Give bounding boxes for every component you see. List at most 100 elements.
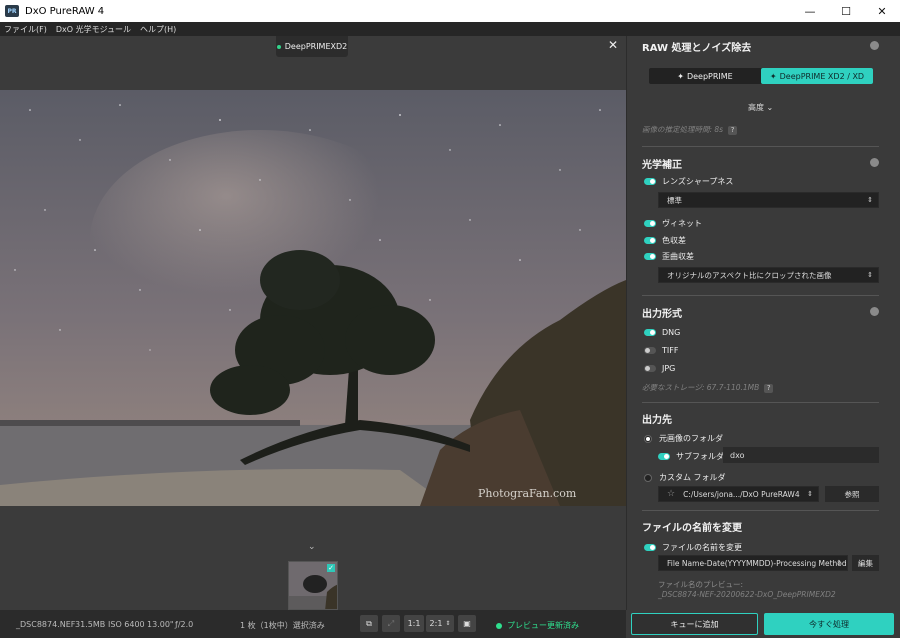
format-dng-label: DNG [662, 328, 681, 337]
advanced-toggle[interactable]: 高度 ⌄ [748, 102, 773, 113]
preview-photo[interactable]: PhotograFan.com [0, 90, 626, 506]
sharpness-select[interactable]: 標準 ⇕ [658, 192, 879, 208]
rename-preview-value: _DSC8874-NEF-20200622-DxO_DeepPRIMEXD2 [658, 590, 836, 599]
format-jpg-label: JPG [662, 364, 676, 373]
mode-deepprime[interactable]: ✦ DeepPRIME [649, 68, 761, 84]
radio-icon[interactable] [644, 434, 652, 443]
status-dot-icon [496, 622, 502, 629]
help-icon[interactable]: ? [764, 384, 774, 393]
file-name: _DSC8874.NEF [16, 620, 76, 629]
subfolder-input[interactable]: dxo [723, 447, 879, 463]
browse-button[interactable]: 参照 [825, 486, 879, 502]
toggle-icon[interactable] [644, 347, 656, 354]
distortion-option[interactable]: 歪曲収差 [644, 251, 694, 262]
maximize-button[interactable]: ☐ [828, 0, 864, 22]
toggle-icon[interactable] [644, 365, 656, 372]
title-bar: PR DxO PureRAW 4 — ☐ ✕ [0, 0, 900, 22]
toggle-icon[interactable] [644, 220, 656, 227]
rename-title: ファイルの名前を変更 [642, 523, 742, 534]
processing-estimate: 画像の推定処理時間: 8s? [642, 124, 738, 135]
menu-file[interactable]: ファイル(F) [4, 24, 47, 35]
rename-pattern-select[interactable]: File Name-Date(YYYYMMDD)-Processing Meth… [658, 555, 848, 571]
preview-status-text: プレビュー更新済み [507, 621, 579, 630]
thumbnail[interactable]: ✓ [288, 561, 338, 610]
storage-estimate: 必要なストレージ: 67.7-110.1MB? [642, 382, 774, 393]
zoom-select[interactable]: 2:1 ⇕ [426, 615, 454, 632]
mode-deepprime-xd2[interactable]: ✦ DeepPRIME XD2 / XD [761, 68, 873, 84]
window-controls: — ☐ ✕ [792, 0, 900, 22]
zoom-level: 2:1 [429, 619, 443, 628]
info-icon[interactable] [870, 158, 879, 167]
distortion-value: オリジナルのアスペクト比にクロップされた画像 [667, 270, 832, 280]
sharpness-option[interactable]: レンズシャープネス [644, 176, 733, 187]
toggle-icon[interactable] [644, 253, 656, 260]
info-icon[interactable] [870, 41, 879, 50]
image-viewer: DeepPRIMEXD2 ✕ PhotograFan.com ⌄ ✓ [0, 36, 626, 610]
menu-bar: ファイル(F) DxO 光学モジュール ヘルプ(H) [0, 22, 900, 36]
sharpness-value: 標準 [667, 195, 682, 205]
custom-folder-path: C:/Users/jona.../DxO PureRAW4 [683, 489, 800, 499]
rename-pattern: File Name-Date(YYYYMMDD)-Processing Meth… [667, 558, 847, 568]
stepper-icon: ⇕ [445, 620, 451, 627]
toggle-icon[interactable] [658, 453, 670, 460]
status-bar: _DSC8874.NEF 31.5MB ISO 6400 13.00" ƒ/2.… [0, 610, 626, 638]
output-format-title: 出力形式 [642, 309, 682, 320]
rename-option[interactable]: ファイルの名前を変更 [644, 542, 742, 553]
add-to-queue-button[interactable]: キューに追加 [631, 613, 758, 635]
mode-deepprime-xd2-label: DeepPRIME XD2 / XD [779, 71, 865, 81]
compare-icon[interactable]: ⧉ [360, 615, 378, 632]
radio-icon[interactable] [644, 473, 652, 482]
distortion-select[interactable]: オリジナルのアスペクト比にクロップされた画像 ⇕ [658, 267, 879, 283]
rename-preview-label: ファイル名のプレビュー: [658, 580, 744, 589]
original-folder-label: 元画像のフォルダ [659, 434, 723, 443]
close-preview-button[interactable]: ✕ [608, 38, 618, 52]
divider [642, 146, 879, 147]
destination-title: 出力先 [642, 415, 672, 426]
distortion-label: 歪曲収差 [662, 252, 694, 261]
original-folder-option[interactable]: 元画像のフォルダ [644, 433, 723, 444]
preview-status: プレビュー更新済み [496, 620, 579, 631]
menu-help[interactable]: ヘルプ(H) [140, 24, 176, 35]
divider [642, 510, 879, 511]
chevron-down-icon[interactable]: ⌄ [308, 542, 316, 552]
star-icon[interactable]: ☆ [667, 489, 675, 499]
help-icon[interactable]: ? [728, 126, 738, 135]
check-icon[interactable]: ✓ [327, 564, 335, 572]
iso-value: ISO 6400 [108, 620, 145, 629]
preview-method-tag[interactable]: DeepPRIMEXD2 [276, 36, 348, 57]
optics-section-title: 光学補正 [642, 160, 682, 171]
close-window-button[interactable]: ✕ [864, 0, 900, 22]
info-icon[interactable] [870, 307, 879, 316]
sparkle-icon: ✦ [769, 71, 777, 81]
preview-method-label: DeepPRIMEXD2 [284, 42, 348, 51]
toggle-icon[interactable] [644, 329, 656, 336]
subfolder-label: サブフォルダ [676, 452, 724, 461]
custom-folder-option[interactable]: カスタム フォルダ [644, 472, 726, 483]
raw-mode-selector: ✦ DeepPRIME ✦ DeepPRIME XD2 / XD [649, 68, 873, 84]
menu-optics-modules[interactable]: DxO 光学モジュール [56, 24, 131, 35]
zoom-1-1-button[interactable]: 1:1 [404, 615, 424, 632]
toggle-icon[interactable] [644, 237, 656, 244]
app-title: DxO PureRAW 4 [25, 5, 105, 17]
chromatic-label: 色収差 [662, 236, 686, 245]
custom-folder-select[interactable]: ☆ C:/Users/jona.../DxO PureRAW4 ⇕ [658, 486, 819, 502]
vignette-option[interactable]: ヴィネット [644, 218, 702, 229]
edit-button[interactable]: 編集 [852, 555, 879, 571]
chevron-updown-icon: ⇕ [867, 196, 873, 204]
mode-deepprime-label: DeepPRIME [686, 71, 733, 81]
format-tiff[interactable]: TIFF [644, 346, 678, 355]
image-icon[interactable]: ▣ [458, 615, 476, 632]
fit-screen-icon[interactable]: ⤢ [382, 615, 400, 632]
toggle-icon[interactable] [644, 178, 656, 185]
format-dng[interactable]: DNG [644, 328, 680, 337]
toggle-icon[interactable] [644, 544, 656, 551]
chromatic-option[interactable]: 色収差 [644, 235, 686, 246]
format-jpg[interactable]: JPG [644, 364, 675, 373]
photo-watermark: PhotograFan.com [478, 487, 577, 500]
format-tiff-label: TIFF [662, 346, 679, 355]
process-now-button[interactable]: 今すぐ処理 [764, 613, 894, 635]
subfolder-option[interactable]: サブフォルダ [658, 451, 724, 462]
file-size: 31.5MB [75, 620, 106, 629]
aperture-value: ƒ/2.0 [175, 620, 194, 629]
minimize-button[interactable]: — [792, 0, 828, 22]
